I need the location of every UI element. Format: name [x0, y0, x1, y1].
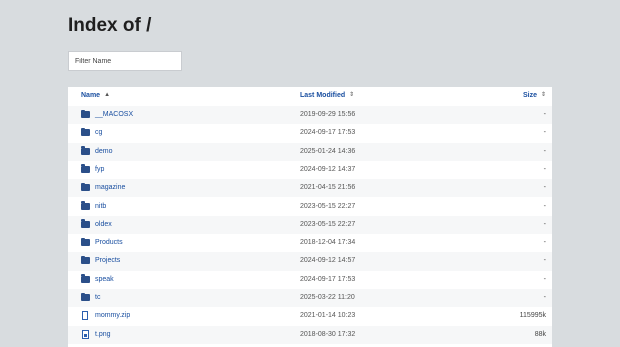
- file-size: -: [543, 239, 546, 247]
- file-size: -: [543, 165, 546, 173]
- table-row: speak 2024-09-17 17:53 -: [68, 271, 552, 289]
- table-row: magazine 2021-04-15 21:56 -: [68, 179, 552, 198]
- name-column-header[interactable]: Name ▲︎: [81, 87, 110, 105]
- table-row: nitb 2023-05-15 22:27 -: [68, 198, 552, 216]
- sort-arrows-icon: ▲︎: [104, 92, 111, 99]
- table-row: Projects 2024-09-12 14:57 -: [68, 252, 552, 271]
- modified-date: 2021-04-15 21:56: [300, 184, 356, 192]
- table-row: cg 2024-09-17 17:53 -: [68, 124, 552, 142]
- table-row: fyp 2024-09-12 14:37 -: [68, 161, 552, 179]
- file-link[interactable]: nitb: [95, 198, 106, 216]
- modified-date: 2023-05-15 22:27: [300, 220, 356, 228]
- modified-date: 2024-09-17 17:53: [300, 129, 356, 137]
- table-row: tc 2025-03-22 11:20 -: [68, 289, 552, 308]
- folder-icon: [81, 219, 90, 228]
- file-size: 115995k: [519, 312, 546, 320]
- last-modified-column-header[interactable]: Last Modified ⇕: [300, 87, 354, 105]
- table-row: mommy.zip 2021-01-14 10:23 115995k: [68, 307, 552, 325]
- file-size: -: [543, 202, 546, 210]
- folder-icon: [81, 274, 90, 283]
- size-header-label: Size: [522, 92, 537, 99]
- file-size: -: [543, 294, 546, 301]
- modified-date: 2024-09-12 14:57: [300, 257, 356, 265]
- folder-icon: [81, 109, 90, 118]
- table-row: oldex 2023-05-15 22:27 -: [68, 215, 552, 235]
- file-size: 88k: [534, 330, 546, 338]
- name-header-label: Name: [81, 92, 101, 99]
- file-size: -: [543, 220, 546, 228]
- file-link[interactable]: magazine: [95, 179, 125, 197]
- file-listing-table: Name ▲︎ Last Modified ⇕ Size ⇕ __MACOSX 2019…: [68, 87, 552, 347]
- modified-date: 2023-05-15 22:27: [300, 202, 356, 210]
- sort-arrows-icon: ⇕: [540, 92, 546, 99]
- page-title: Index of /: [68, 15, 152, 36]
- file-link[interactable]: speak: [95, 271, 114, 289]
- modified-date: 2025-01-24 14:36: [300, 147, 356, 155]
- file-link[interactable]: __MACOSX: [95, 106, 133, 124]
- folder-icon: [81, 182, 90, 192]
- modified-date: 2024-09-17 17:53: [300, 275, 356, 283]
- modified-date: 2018-08-30 17:32: [300, 330, 356, 338]
- file-size: -: [543, 184, 546, 192]
- filter-name-input[interactable]: [68, 51, 182, 71]
- modified-date: 2025-03-22 11:20: [300, 294, 355, 301]
- folder-icon: [81, 255, 90, 265]
- file-size: -: [543, 275, 546, 283]
- file-link[interactable]: tc: [95, 289, 100, 307]
- file-icon: [82, 311, 88, 321]
- modified-header-label: Last Modified: [300, 92, 346, 99]
- modified-date: 2018-12-04 17:34: [300, 239, 356, 247]
- folder-icon: [81, 237, 90, 247]
- size-column-header[interactable]: Size ⇕: [523, 87, 546, 105]
- sort-arrows-icon: ⇕: [349, 92, 355, 99]
- file-link[interactable]: Products: [95, 234, 123, 252]
- file-link[interactable]: oldex: [95, 216, 112, 234]
- file-link[interactable]: fyp: [95, 161, 104, 179]
- modified-date: 2024-09-12 14:37: [300, 165, 356, 173]
- table-header: Name ▲︎ Last Modified ⇕ Size ⇕: [68, 87, 552, 105]
- modified-date: 2021-01-14 10:23: [300, 312, 356, 320]
- table-row: demo 2025-01-24 14:36 -: [68, 142, 552, 161]
- file-size: -: [543, 257, 546, 265]
- folder-icon: [81, 127, 90, 137]
- table-row: __MACOSX 2019-09-29 15:56 -: [68, 106, 552, 125]
- table-row: Products 2018-12-04 17:34 -: [68, 234, 552, 252]
- folder-icon: [81, 292, 90, 301]
- file-link[interactable]: Projects: [95, 252, 120, 270]
- folder-icon: [81, 146, 90, 155]
- image-file-icon: [82, 329, 89, 339]
- file-size: -: [543, 129, 546, 137]
- modified-date: 2019-09-29 15:56: [300, 111, 356, 118]
- file-link[interactable]: t.png: [95, 326, 111, 344]
- table-row: t.png 2018-08-30 17:32 88k: [68, 325, 552, 344]
- file-link[interactable]: mommy.zip: [95, 307, 130, 325]
- file-size: -: [543, 147, 546, 155]
- file-link[interactable]: demo: [95, 143, 113, 161]
- file-link[interactable]: cg: [95, 124, 102, 142]
- folder-icon: [81, 201, 90, 210]
- file-size: -: [543, 111, 546, 118]
- folder-icon: [81, 164, 90, 173]
